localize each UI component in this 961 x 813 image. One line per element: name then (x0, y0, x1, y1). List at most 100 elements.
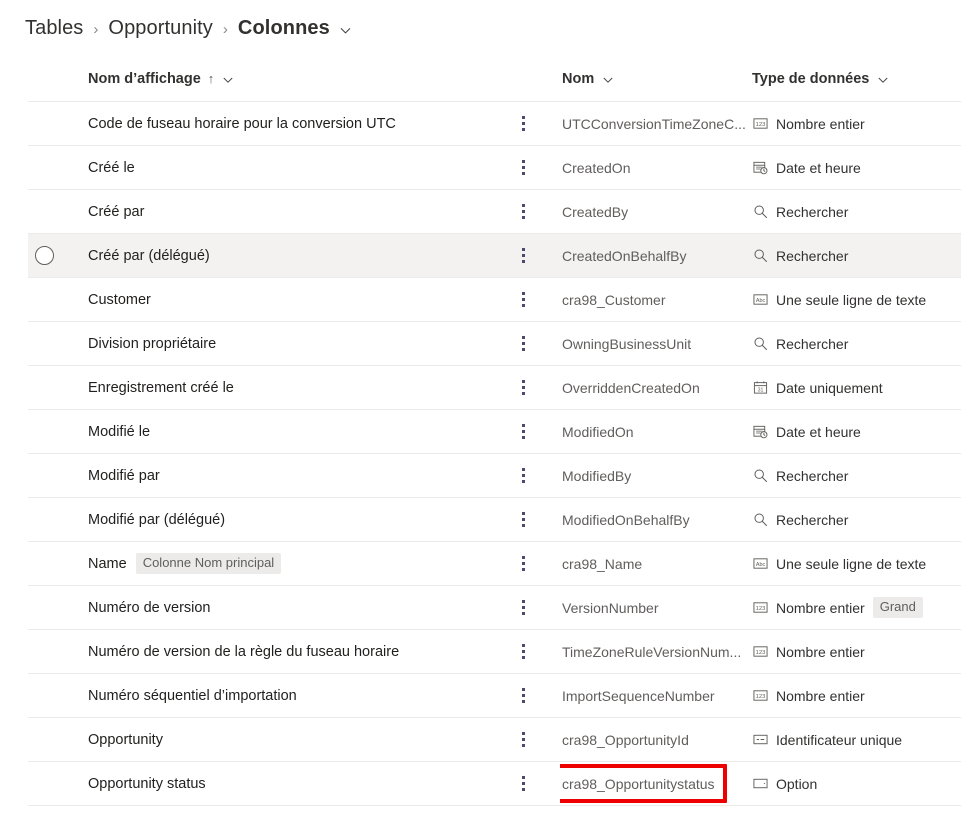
table-row[interactable]: Créé le CreatedOn Date et heure (28, 146, 961, 190)
row-select-cell[interactable] (28, 366, 58, 409)
row-select-cell[interactable] (28, 762, 58, 805)
row-select-cell[interactable] (28, 102, 58, 145)
cell-display-name[interactable]: Créé le (58, 146, 498, 189)
row-select-cell[interactable] (28, 498, 58, 541)
row-more-options-cell[interactable] (498, 498, 560, 541)
row-select-cell[interactable] (28, 454, 58, 497)
row-more-options-cell[interactable] (498, 190, 560, 233)
logical-name-wrapper: cra98_Name (562, 556, 642, 572)
cell-display-name[interactable]: Modifié par (délégué) (58, 498, 498, 541)
table-row[interactable]: Numéro séquentiel d’importation ImportSeq… (28, 674, 961, 718)
cell-display-name[interactable]: Numéro de version (58, 586, 498, 629)
more-options-icon[interactable] (514, 333, 532, 355)
table-row[interactable]: Numéro de version VersionNumber 123 Nombre … (28, 586, 961, 630)
more-options-icon[interactable] (514, 157, 532, 179)
row-more-options-cell[interactable] (498, 102, 560, 145)
chevron-down-icon[interactable] (877, 74, 889, 86)
cell-display-name[interactable]: Numéro de version de la règle du fuseau … (58, 630, 498, 673)
cell-display-name[interactable]: Créé par (délégué) (58, 234, 498, 277)
row-more-options-cell[interactable] (498, 630, 560, 673)
table-row[interactable]: Code de fuseau horaire pour la conversio… (28, 102, 961, 146)
row-more-options-cell[interactable] (498, 762, 560, 805)
row-select-cell[interactable] (28, 674, 58, 717)
table-row[interactable]: Modifié par (délégué) ModifiedOnBehalfBy R… (28, 498, 961, 542)
display-name-text: Division propriétaire (88, 335, 217, 352)
display-name-text: Créé par (délégué) (88, 247, 210, 264)
table-row[interactable]: Modifié par ModifiedBy Rechercher (28, 454, 961, 498)
row-select-cell[interactable] (28, 234, 58, 277)
table-row[interactable]: Créé par (délégué) CreatedOnBehalfBy Reche… (28, 234, 961, 278)
more-options-icon[interactable] (514, 201, 532, 223)
cell-display-name[interactable]: Numéro séquentiel d’importation (58, 674, 498, 717)
logical-name-text: ModifiedOn (562, 423, 634, 440)
breadcrumb-item-opportunity[interactable]: Opportunity (108, 17, 213, 40)
row-more-options-cell[interactable] (498, 410, 560, 453)
more-options-icon[interactable] (514, 465, 532, 487)
row-more-options-cell[interactable] (498, 454, 560, 497)
more-options-icon[interactable] (514, 113, 532, 135)
row-radio-button[interactable] (34, 246, 54, 265)
chevron-down-icon[interactable] (602, 74, 614, 86)
row-select-cell[interactable] (28, 278, 58, 321)
table-row[interactable]: Opportunity cra98_OpportunityId Identifica… (28, 718, 961, 762)
cell-data-type: 123 Nombre entier (750, 674, 961, 717)
row-more-options-cell[interactable] (498, 718, 560, 761)
cell-display-name[interactable]: Customer (58, 278, 498, 321)
more-options-icon[interactable] (514, 421, 532, 443)
row-more-options-cell[interactable] (498, 586, 560, 629)
cell-display-name[interactable]: Modifié par (58, 454, 498, 497)
more-options-icon[interactable] (514, 553, 532, 575)
cell-display-name[interactable]: Créé par (58, 190, 498, 233)
cell-display-name[interactable]: Modifié le (58, 410, 498, 453)
cell-data-type: Identificateur unique (750, 718, 961, 761)
row-select-cell[interactable] (28, 322, 58, 365)
cell-display-name[interactable]: Code de fuseau horaire pour la conversio… (58, 102, 498, 145)
row-more-options-cell[interactable] (498, 278, 560, 321)
row-select-cell[interactable] (28, 586, 58, 629)
cell-display-name[interactable]: Division propriétaire (58, 322, 498, 365)
row-more-options-cell[interactable] (498, 542, 560, 585)
row-more-options-cell[interactable] (498, 322, 560, 365)
more-options-icon[interactable] (514, 377, 532, 399)
table-row[interactable]: Division propriétaire OwningBusinessUnit R… (28, 322, 961, 366)
more-options-icon[interactable] (514, 773, 532, 795)
breadcrumb-item-tables[interactable]: Tables (25, 17, 83, 40)
row-more-options-cell[interactable] (498, 674, 560, 717)
table-row[interactable]: Créé par CreatedBy Rechercher (28, 190, 961, 234)
row-more-options-cell[interactable] (498, 234, 560, 277)
row-select-cell[interactable] (28, 718, 58, 761)
more-options-icon[interactable] (514, 641, 532, 663)
table-row[interactable]: Enregistrement créé le OverriddenCreatedO… (28, 366, 961, 410)
cell-data-type: Rechercher (750, 190, 961, 233)
table-row[interactable]: Customer cra98_Customer Abc Une seule ligne… (28, 278, 961, 322)
table-row[interactable]: Numéro de version de la règle du fuseau … (28, 630, 961, 674)
cell-display-name[interactable]: Enregistrement créé le (58, 366, 498, 409)
more-options-icon[interactable] (514, 289, 532, 311)
row-more-options-cell[interactable] (498, 146, 560, 189)
column-header-data-type[interactable]: Type de données (750, 71, 961, 87)
row-select-cell[interactable] (28, 190, 58, 233)
more-options-icon[interactable] (514, 509, 532, 531)
cell-display-name[interactable]: Opportunity (58, 718, 498, 761)
chevron-down-icon[interactable] (222, 74, 234, 86)
display-name-text: Numéro de version (88, 599, 211, 616)
row-more-options-cell[interactable] (498, 366, 560, 409)
row-select-cell[interactable] (28, 410, 58, 453)
column-header-name[interactable]: Nom (560, 71, 750, 87)
breadcrumb-item-colonnes[interactable]: Colonnes (238, 17, 330, 40)
cell-display-name[interactable]: Opportunity status (58, 762, 498, 805)
more-options-icon[interactable] (514, 597, 532, 619)
column-header-display-name[interactable]: Nom d’affichage ↑ (58, 71, 498, 87)
row-select-cell[interactable] (28, 630, 58, 673)
more-options-icon[interactable] (514, 245, 532, 267)
data-type-text: Nombre entier (776, 599, 865, 616)
row-select-cell[interactable] (28, 542, 58, 585)
table-row[interactable]: Modifié le ModifiedOn Date et heure (28, 410, 961, 454)
more-options-icon[interactable] (514, 685, 532, 707)
table-row[interactable]: Name Colonne Nom principal cra98_Name Abc Un… (28, 542, 961, 586)
row-select-cell[interactable] (28, 146, 58, 189)
cell-display-name[interactable]: Name Colonne Nom principal (58, 542, 498, 585)
more-options-icon[interactable] (514, 729, 532, 751)
table-row[interactable]: Opportunity status cra98_Opportunitystatu… (28, 762, 961, 806)
chevron-down-icon[interactable] (339, 24, 352, 37)
